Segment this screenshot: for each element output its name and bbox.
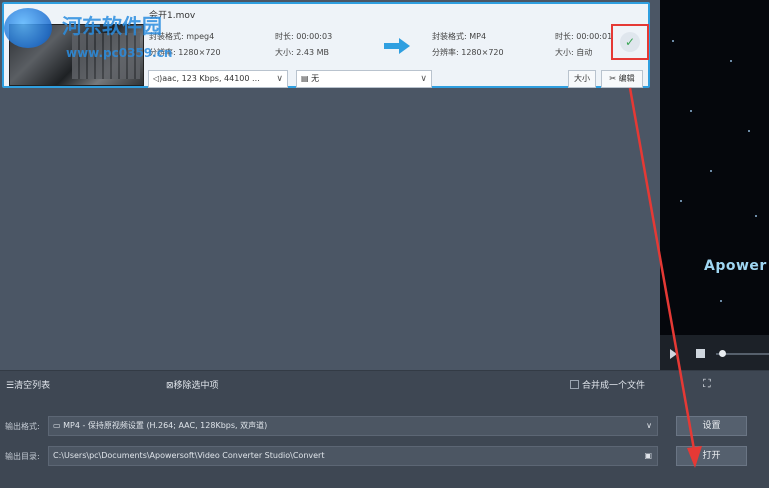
list-toolbar: ☰清空列表 ⊠移除选中项 合并成一个文件 ⛶ xyxy=(0,370,769,398)
clear-list-button[interactable]: ☰清空列表 xyxy=(6,378,50,391)
merge-checkbox[interactable]: 合并成一个文件 xyxy=(570,378,645,391)
chevron-down-icon: ∨ xyxy=(276,74,283,84)
checkbox-box[interactable] xyxy=(570,380,579,389)
status-highlight: ✓ xyxy=(611,24,649,60)
file-list: 会开1.mov 封装格式: mpeg4 分辨率: 1280×720 时长: 00… xyxy=(0,0,660,370)
progress-handle[interactable] xyxy=(719,350,726,357)
output-resolution-info: 分辨率: 1280×720 xyxy=(432,48,504,57)
video-preview[interactable]: Apower xyxy=(660,0,769,370)
chevron-down-icon: ∨ xyxy=(646,421,652,430)
output-size-info: 大小: 自动 xyxy=(555,48,593,57)
audio-icon: ◁) xyxy=(153,74,163,83)
output-panel: 输出格式: ▭ MP4 - 保持原视频设置 (H.264; AAC, 128Kb… xyxy=(0,398,769,488)
remove-icon: ⊠ xyxy=(166,381,174,391)
settings-button[interactable]: 设置 xyxy=(676,416,747,436)
file-name: 会开1.mov xyxy=(149,11,196,21)
stop-icon[interactable] xyxy=(696,349,705,358)
edit-button[interactable]: ✂ 编辑 xyxy=(601,70,643,88)
check-icon: ✓ xyxy=(620,32,640,52)
output-format-select[interactable]: ▭ MP4 - 保持原视频设置 (H.264; AAC, 128Kbps, 双声… xyxy=(48,416,658,436)
video-thumbnail[interactable] xyxy=(9,24,144,86)
chevron-down-icon: ∨ xyxy=(420,74,427,84)
size-button[interactable]: 大小 xyxy=(568,70,596,88)
output-duration-info: 时长: 00:00:01 xyxy=(555,32,613,41)
convert-arrow-icon xyxy=(384,38,410,54)
screenshot-icon[interactable]: ⛶ xyxy=(703,377,711,391)
scissors-icon: ✂ xyxy=(609,74,617,83)
preview-overlay-text: Apower xyxy=(704,258,767,274)
source-resolution: 分辨率: 1280×720 xyxy=(149,48,221,57)
source-size: 大小: 2.43 MB xyxy=(275,48,329,57)
remove-selected-button[interactable]: ⊠移除选中项 xyxy=(166,378,219,391)
source-duration: 时长: 00:00:03 xyxy=(275,32,333,41)
format-icon: ▭ xyxy=(53,421,64,430)
audio-track-select[interactable]: ◁)aac, 123 Kbps, 44100 ... ∨ xyxy=(148,70,288,88)
file-task-card[interactable]: 会开1.mov 封装格式: mpeg4 分辨率: 1280×720 时长: 00… xyxy=(2,2,650,88)
player-controls xyxy=(660,335,769,370)
source-format: 封装格式: mpeg4 xyxy=(149,32,215,41)
clear-list-icon: ☰ xyxy=(6,381,15,391)
subtitle-icon: ▤ xyxy=(301,74,312,83)
play-icon[interactable] xyxy=(670,349,677,359)
subtitle-select[interactable]: ▤ 无 ∨ xyxy=(296,70,432,88)
output-dir-field[interactable]: C:\Users\pc\Documents\Apowersoft\Video C… xyxy=(48,446,658,466)
open-folder-button[interactable]: 打开 xyxy=(676,446,747,466)
output-dir-label: 输出目录: xyxy=(5,452,40,461)
output-format-label: 输出格式: xyxy=(5,422,40,431)
output-format-info: 封装格式: MP4 xyxy=(432,32,487,41)
folder-icon[interactable]: ▣ xyxy=(644,447,652,465)
